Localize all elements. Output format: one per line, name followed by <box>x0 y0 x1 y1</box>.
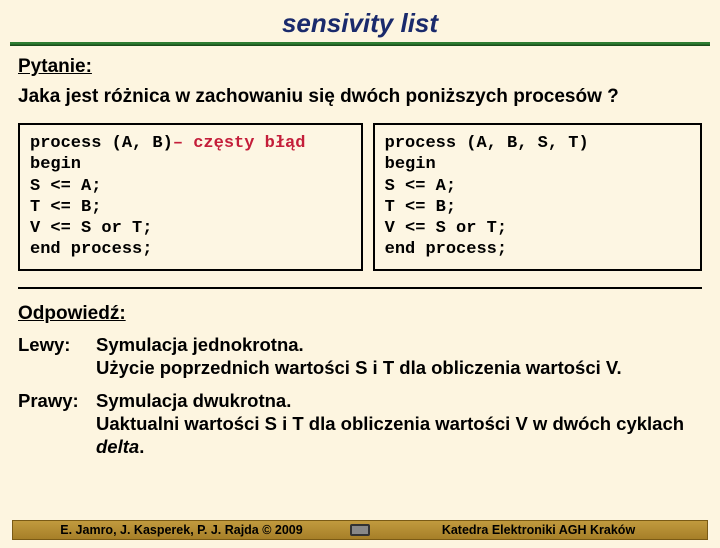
code-r5: V <= S or T; <box>385 219 507 238</box>
answer-left-row: Lewy: Symulacja jednokrotna. Użycie popr… <box>18 333 702 379</box>
divider <box>18 287 702 289</box>
answer-right-key: Prawy: <box>18 389 96 458</box>
answer-left-l2: Użycie poprzednich wartości S i T dla ob… <box>96 357 622 378</box>
code-r3: S <= A; <box>385 177 456 196</box>
answer-left-key: Lewy: <box>18 333 96 379</box>
answer-right-delta: delta <box>96 436 139 457</box>
code-l5: V <= S or T; <box>30 219 152 238</box>
content-area: Pytanie: Jaka jest różnica w zachowaniu … <box>0 56 720 458</box>
title-underline <box>10 42 710 46</box>
code-box-right: process (A, B, S, T) begin S <= A; T <= … <box>373 123 702 271</box>
code-l6: end process; <box>30 240 152 259</box>
answer-label: Odpowiedź: <box>18 303 702 325</box>
question-text: Jaka jest różnica w zachowaniu się dwóch… <box>18 86 702 108</box>
answer-left-l1: Symulacja jednokrotna. <box>96 334 304 355</box>
answer-left-value: Symulacja jednokrotna. Użycie poprzednic… <box>96 333 702 379</box>
code-l1a: process (A, B) <box>30 134 173 153</box>
answer-right-value: Symulacja dwukrotna. Uaktualni wartości … <box>96 389 702 458</box>
answer-block: Lewy: Symulacja jednokrotna. Użycie popr… <box>18 333 702 459</box>
answer-right-l2: Uaktualni wartości S i T dla obliczenia … <box>96 413 684 434</box>
slide-title: sensivity list <box>0 8 720 39</box>
footer: E. Jamro, J. Kasperek, P. J. Rajda © 200… <box>12 520 708 540</box>
code-l3: S <= A; <box>30 177 101 196</box>
answer-right-row: Prawy: Symulacja dwukrotna. Uaktualni wa… <box>18 389 702 458</box>
code-r2: begin <box>385 155 436 174</box>
code-r1: process (A, B, S, T) <box>385 134 589 153</box>
footer-logo-icon <box>348 521 372 539</box>
code-l2: begin <box>30 155 81 174</box>
code-l4: T <= B; <box>30 198 101 217</box>
code-r4: T <= B; <box>385 198 456 217</box>
code-row: process (A, B)– częsty błąd begin S <= A… <box>18 123 702 271</box>
question-label: Pytanie: <box>18 56 702 78</box>
answer-right-dot: . <box>139 436 144 457</box>
code-l1-error: – częsty błąd <box>173 134 306 153</box>
footer-left: E. Jamro, J. Kasperek, P. J. Rajda © 200… <box>19 523 344 537</box>
code-box-left: process (A, B)– częsty błąd begin S <= A… <box>18 123 363 271</box>
answer-right-l1: Symulacja dwukrotna. <box>96 390 291 411</box>
footer-right: Katedra Elektroniki AGH Kraków <box>376 523 701 537</box>
code-r6: end process; <box>385 240 507 259</box>
